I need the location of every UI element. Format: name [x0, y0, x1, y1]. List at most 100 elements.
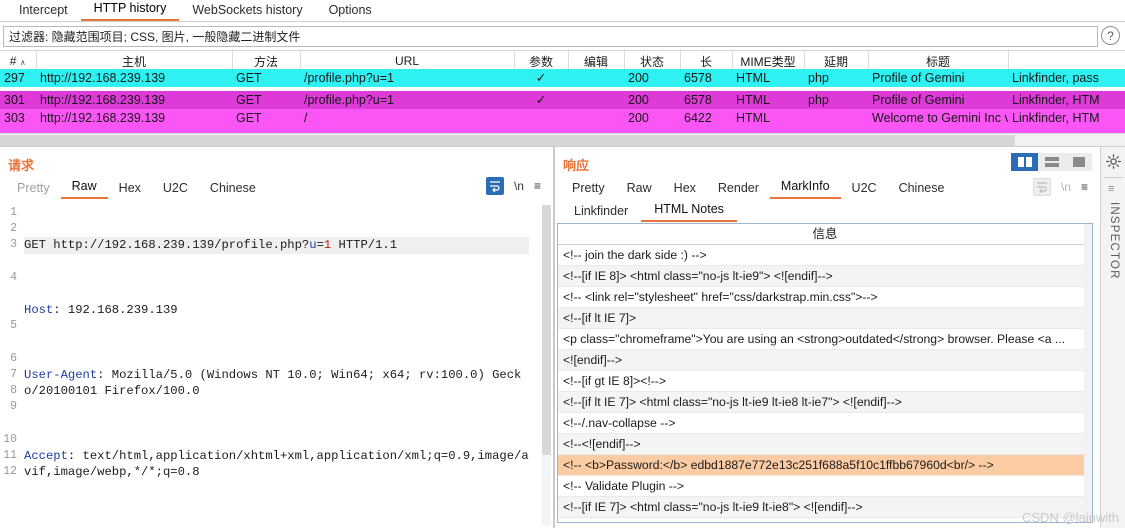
- header-value: : Mozilla/5.0 (Windows NT 10.0; Win64; x…: [24, 368, 522, 399]
- watermark: CSDN @lainwith: [1022, 510, 1119, 525]
- response-tab-hex[interactable]: Hex: [663, 180, 707, 199]
- menu-icon[interactable]: ≡: [1108, 183, 1114, 195]
- cell-mime: HTML: [732, 90, 804, 109]
- note-row-password-highlighted[interactable]: <!-- <b>Password:</b> edbd1887e772e13c25…: [558, 455, 1092, 476]
- cell-url: /profile.php?u=1: [300, 68, 514, 87]
- markinfo-tab-html-notes[interactable]: HTML Notes: [641, 201, 737, 222]
- filter-field[interactable]: 过滤器: 隐藏范围项目; CSS, 图片, 一般隐藏二进制文件: [3, 26, 1098, 47]
- cell-edited: [568, 68, 624, 87]
- cell-title: Profile of Gemini: [868, 68, 1008, 87]
- note-row[interactable]: <!--<![endif]-->: [558, 434, 1092, 455]
- response-tab-u2c[interactable]: U2C: [841, 180, 888, 199]
- line-number: 11: [3, 448, 17, 462]
- cell-length: 6578: [680, 90, 732, 109]
- request-tab-chinese[interactable]: Chinese: [199, 180, 267, 199]
- filter-bar: 过滤器: 隐藏范围项目; CSS, 图片, 一般隐藏二进制文件 ?: [0, 23, 1125, 50]
- cell-mime: HTML: [732, 68, 804, 87]
- request-tab-hex[interactable]: Hex: [108, 180, 152, 199]
- notes-vertical-scrollbar[interactable]: [1084, 224, 1092, 522]
- request-raw-editor[interactable]: 1 2 3 4 5 6 7 8 9 10 11 12 GET http://19…: [0, 203, 553, 528]
- cell-url: /: [300, 108, 514, 127]
- cell-notes: Linkfinder, HTM: [1008, 108, 1125, 127]
- main-tab-bar: Intercept HTTP history WebSockets histor…: [0, 0, 1125, 22]
- markinfo-tab-linkfinder[interactable]: Linkfinder: [561, 203, 641, 222]
- cell-method: GET: [232, 108, 300, 127]
- menu-icon[interactable]: ≡: [534, 179, 541, 193]
- history-horizontal-scrollbar[interactable]: [0, 133, 1125, 146]
- response-tab-render[interactable]: Render: [707, 180, 770, 199]
- scrollbar-thumb[interactable]: [542, 205, 551, 455]
- split-vertical-icon[interactable]: [1011, 153, 1038, 171]
- note-row[interactable]: <!-- This code is taken from http://twit…: [558, 518, 1092, 522]
- response-tab-raw[interactable]: Raw: [616, 180, 663, 199]
- line-number: 5: [10, 319, 17, 333]
- tab-intercept[interactable]: Intercept: [6, 2, 81, 21]
- newline-icon[interactable]: \n: [514, 179, 524, 193]
- menu-icon[interactable]: ≡: [1081, 180, 1088, 194]
- header-key: Accept: [24, 449, 68, 464]
- cell-length: 6422: [680, 108, 732, 127]
- layout-view-buttons: [1011, 153, 1092, 171]
- scrollbar-thumb[interactable]: [0, 135, 1015, 146]
- cell-edited: [568, 108, 624, 127]
- cell-status: 200: [624, 68, 680, 87]
- line-number: 6: [10, 351, 17, 365]
- newline-icon[interactable]: \n: [1061, 180, 1071, 194]
- note-row[interactable]: <!-- Validate Plugin -->: [558, 476, 1092, 497]
- request-line-1: GET http://192.168.239.139/profile.php?u…: [24, 237, 529, 254]
- request-line-numbers: 1 2 3 4 5 6 7 8 9 10 11 12: [0, 203, 20, 528]
- cell-index: 303: [0, 108, 36, 127]
- wrap-icon[interactable]: [485, 177, 504, 195]
- help-icon[interactable]: ?: [1101, 26, 1120, 45]
- html-notes-table[interactable]: 信息 <!-- join the dark side :) --> <!--[i…: [557, 223, 1093, 523]
- note-row[interactable]: <!--[if IE 8]> <html class="no-js lt-ie9…: [558, 266, 1092, 287]
- wrap-icon[interactable]: [1032, 178, 1051, 196]
- note-row[interactable]: <p class="chromeframe">You are using an …: [558, 329, 1092, 350]
- cell-title: Profile of Gemini: [868, 90, 1008, 109]
- inspector-label[interactable]: INSPECTOR: [1108, 202, 1120, 280]
- request-line-4: Accept: text/html,application/xhtml+xml,…: [24, 448, 529, 480]
- note-row[interactable]: <!--[if lt IE 7]> <html class="no-js lt-…: [558, 392, 1092, 413]
- cell-method: GET: [232, 68, 300, 87]
- note-row[interactable]: <!--[if gt IE 8]><!-->: [558, 371, 1092, 392]
- note-row[interactable]: <!--[if IE 7]> <html class="no-js lt-ie9…: [558, 497, 1092, 518]
- request-param-eq: =: [316, 238, 324, 253]
- table-row[interactable]: 297 http://192.168.239.139 GET /profile.…: [0, 68, 1125, 87]
- note-row[interactable]: <![endif]-->: [558, 350, 1092, 371]
- cell-extension: php: [804, 90, 868, 109]
- request-tab-u2c[interactable]: U2C: [152, 180, 199, 199]
- tab-options[interactable]: Options: [316, 2, 385, 21]
- line-number: 7: [10, 367, 17, 381]
- inspector-rail: ≡ INSPECTOR: [1100, 147, 1125, 528]
- cell-params: ✓: [514, 90, 568, 109]
- line-number: 9: [10, 400, 17, 414]
- single-pane-icon[interactable]: [1065, 153, 1092, 171]
- response-tab-chinese[interactable]: Chinese: [888, 180, 956, 199]
- table-row[interactable]: 301 http://192.168.239.139 GET /profile.…: [0, 90, 1125, 109]
- line-number: 8: [10, 384, 17, 398]
- http-history-table[interactable]: # ∧ 主机 方法 URL 参数 编辑 状态 长 MIME类型 延期 标题 29…: [0, 50, 1125, 135]
- line-number: 1: [10, 206, 17, 219]
- note-row[interactable]: <!-- <link rel="stylesheet" href="css/da…: [558, 287, 1092, 308]
- note-row[interactable]: <!-- join the dark side :) -->: [558, 245, 1092, 266]
- markinfo-subtabs: Linkfinder HTML Notes: [561, 199, 737, 222]
- request-vertical-scrollbar[interactable]: [542, 205, 551, 525]
- rail-divider: [1104, 177, 1123, 178]
- tab-http-history[interactable]: HTTP history: [80, 0, 180, 21]
- tab-websockets-history[interactable]: WebSockets history: [179, 2, 315, 21]
- request-tab-raw[interactable]: Raw: [60, 178, 108, 199]
- cell-extension: php: [804, 68, 868, 87]
- split-horizontal-icon[interactable]: [1038, 153, 1065, 171]
- note-row[interactable]: <!--/.nav-collapse -->: [558, 413, 1092, 434]
- note-row[interactable]: <!--[if lt IE 7]>: [558, 308, 1092, 329]
- line-number: 12: [3, 465, 17, 479]
- response-tab-markinfo[interactable]: MarkInfo: [769, 178, 841, 199]
- request-code[interactable]: GET http://192.168.239.139/profile.php?u…: [24, 205, 529, 528]
- request-response-split: 请求 Pretty Raw Hex U2C Chinese \n ≡ 1 2 3…: [0, 146, 1125, 528]
- cell-mime: HTML: [732, 108, 804, 127]
- request-tab-pretty[interactable]: Pretty: [6, 180, 61, 199]
- gear-icon[interactable]: [1105, 153, 1122, 170]
- response-tab-pretty[interactable]: Pretty: [561, 180, 616, 199]
- cell-status: 200: [624, 108, 680, 127]
- table-row[interactable]: 303 http://192.168.239.139 GET / 200 642…: [0, 108, 1125, 127]
